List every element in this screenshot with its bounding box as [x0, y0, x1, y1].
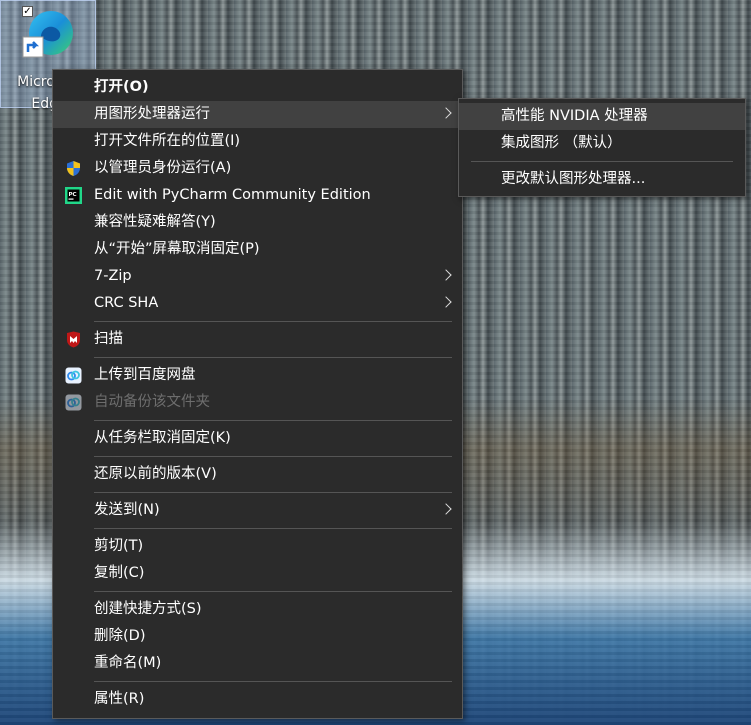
menu-separator — [94, 456, 452, 457]
menu-item-delete[interactable]: 删除(D) — [53, 623, 462, 650]
submenu-item-high-performance-nvidia[interactable]: 高性能 NVIDIA 处理器 — [459, 103, 745, 130]
menu-item-label: 扫描 — [94, 331, 123, 347]
svg-text:PC: PC — [69, 192, 77, 198]
menu-item-label: 集成图形 （默认） — [501, 135, 622, 151]
menu-item-label: 打开(O) — [94, 79, 149, 95]
menu-item-label: CRC SHA — [94, 295, 159, 311]
menu-item-label: Edit with PyCharm Community Edition — [94, 187, 371, 203]
menu-item-label: 从“开始”屏幕取消固定(P) — [94, 241, 260, 257]
edge-logo-icon — [22, 11, 73, 58]
menu-item-label: 创建快捷方式(S) — [94, 601, 202, 617]
menu-separator — [94, 492, 452, 493]
menu-item-label: 剪切(T) — [94, 538, 144, 554]
menu-item-create-shortcut[interactable]: 创建快捷方式(S) — [53, 596, 462, 623]
menu-item-label: 自动备份该文件夹 — [94, 394, 210, 410]
menu-item-label: 从任务栏取消固定(K) — [94, 430, 231, 446]
menu-item-label: 更改默认图形处理器... — [501, 171, 646, 187]
menu-item-label: 还原以前的版本(V) — [94, 466, 217, 482]
menu-item-label: 删除(D) — [94, 628, 146, 644]
context-menu: 打开(O) 用图形处理器运行 打开文件所在的位置(I) 以管理员身份运行(A) … — [52, 69, 463, 719]
menu-item-send-to[interactable]: 发送到(N) — [53, 497, 462, 524]
menu-item-cut[interactable]: 剪切(T) — [53, 533, 462, 560]
baidu-netdisk-icon — [65, 367, 82, 384]
menu-item-unpin-from-taskbar[interactable]: 从任务栏取消固定(K) — [53, 425, 462, 452]
gpu-submenu: 高性能 NVIDIA 处理器 集成图形 （默认） 更改默认图形处理器... — [458, 98, 746, 197]
menu-item-run-with-gpu[interactable]: 用图形处理器运行 — [53, 101, 462, 128]
chevron-right-icon — [440, 503, 452, 515]
menu-item-label: 以管理员身份运行(A) — [94, 160, 232, 176]
menu-item-label: 发送到(N) — [94, 502, 160, 518]
menu-item-crc-sha[interactable]: CRC SHA — [53, 290, 462, 317]
menu-item-open[interactable]: 打开(O) — [53, 74, 462, 101]
menu-item-auto-backup-folder: 自动备份该文件夹 — [53, 389, 462, 416]
menu-item-label: 用图形处理器运行 — [94, 106, 210, 122]
menu-item-copy[interactable]: 复制(C) — [53, 560, 462, 587]
submenu-item-change-default-gpu[interactable]: 更改默认图形处理器... — [459, 166, 745, 193]
menu-item-rename[interactable]: 重命名(M) — [53, 650, 462, 677]
uac-shield-icon — [67, 161, 80, 176]
menu-separator — [94, 357, 452, 358]
mcafee-shield-icon — [67, 331, 80, 348]
menu-separator — [94, 591, 452, 592]
menu-item-restore-previous-versions[interactable]: 还原以前的版本(V) — [53, 461, 462, 488]
baidu-netdisk-icon — [65, 394, 82, 411]
menu-separator — [94, 528, 452, 529]
menu-item-label: 兼容性疑难解答(Y) — [94, 214, 216, 230]
menu-item-scan[interactable]: 扫描 — [53, 326, 462, 353]
menu-separator — [94, 321, 452, 322]
menu-item-edit-with-pycharm[interactable]: PC Edit with PyCharm Community Edition — [53, 182, 462, 209]
menu-item-label: 打开文件所在的位置(I) — [94, 133, 241, 149]
menu-item-label: 高性能 NVIDIA 处理器 — [501, 108, 648, 124]
pycharm-icon: PC — [65, 187, 82, 204]
menu-item-label: 复制(C) — [94, 565, 145, 581]
chevron-right-icon — [440, 269, 452, 281]
chevron-right-icon — [440, 107, 452, 119]
menu-item-label: 属性(R) — [94, 691, 145, 707]
menu-item-7zip[interactable]: 7-Zip — [53, 263, 462, 290]
menu-item-label: 7-Zip — [94, 268, 132, 284]
menu-item-properties[interactable]: 属性(R) — [53, 686, 462, 713]
submenu-item-integrated-graphics[interactable]: 集成图形 （默认） — [459, 130, 745, 157]
menu-item-unpin-from-start[interactable]: 从“开始”屏幕取消固定(P) — [53, 236, 462, 263]
menu-item-run-as-admin[interactable]: 以管理员身份运行(A) — [53, 155, 462, 182]
menu-separator — [471, 161, 733, 162]
menu-item-label: 重命名(M) — [94, 655, 162, 671]
chevron-right-icon — [440, 296, 452, 308]
menu-separator — [94, 420, 452, 421]
menu-item-label: 上传到百度网盘 — [94, 367, 196, 383]
menu-item-open-file-location[interactable]: 打开文件所在的位置(I) — [53, 128, 462, 155]
menu-item-compat-troubleshoot[interactable]: 兼容性疑难解答(Y) — [53, 209, 462, 236]
menu-separator — [94, 681, 452, 682]
menu-item-upload-baidu[interactable]: 上传到百度网盘 — [53, 362, 462, 389]
